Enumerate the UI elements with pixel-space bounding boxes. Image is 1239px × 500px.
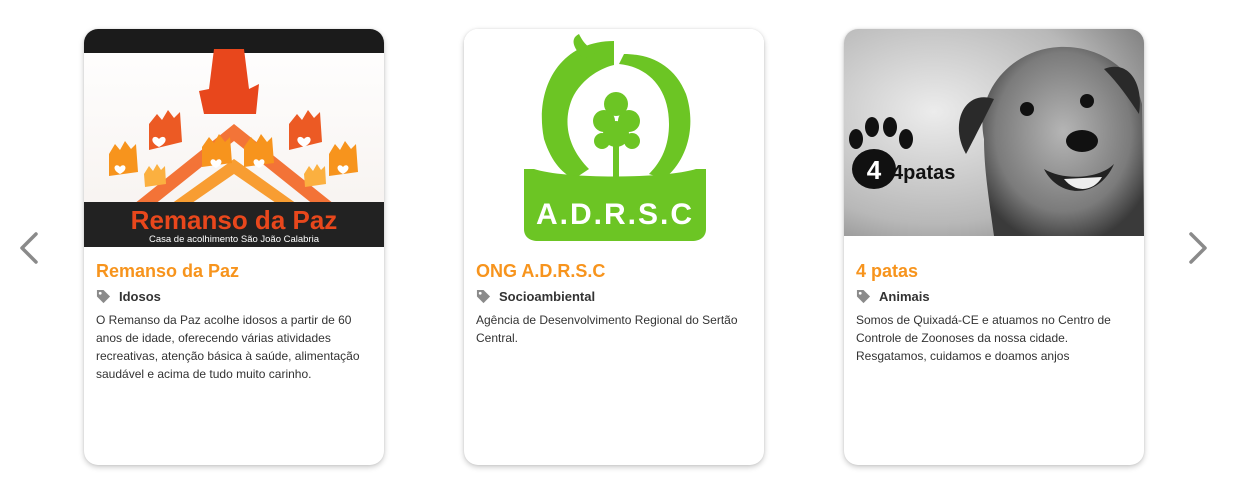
carousel-prev-button[interactable]: [11, 228, 47, 268]
4patas-logo-image: 4 4patas: [844, 29, 1144, 236]
svg-text:4: 4: [867, 155, 882, 185]
ong-card[interactable]: Remanso da Paz Casa de acolhimento São J…: [84, 29, 384, 465]
svg-text:Remanso da Paz: Remanso da Paz: [131, 205, 338, 235]
card-category: Animais: [856, 289, 930, 304]
card-title[interactable]: Remanso da Paz: [96, 261, 239, 282]
card-category: Idosos: [96, 289, 161, 304]
category-label: Socioambiental: [499, 289, 596, 304]
category-label: Idosos: [119, 289, 161, 304]
card-title[interactable]: 4 patas: [856, 261, 918, 282]
card-image[interactable]: Remanso da Paz Casa de acolhimento São J…: [84, 29, 384, 247]
card-title[interactable]: ONG A.D.R.S.C: [476, 261, 605, 282]
carousel-next-button[interactable]: [1180, 228, 1216, 268]
chevron-right-icon: [1189, 232, 1207, 264]
svg-text:Casa de acolhimento São João C: Casa de acolhimento São João Calabria: [149, 234, 320, 245]
adrsc-logo-image: A.D.R.S.C: [464, 29, 764, 247]
tag-icon: [856, 289, 871, 304]
card-image[interactable]: 4 4patas: [844, 29, 1144, 236]
card-description: O Remanso da Paz acolhe idosos a partir …: [96, 313, 360, 381]
ong-card[interactable]: A.D.R.S.C ONG A.D.R.S.C Socioambiental A…: [464, 29, 764, 465]
card-category: Socioambiental: [476, 289, 595, 304]
tag-icon: [96, 289, 111, 304]
ong-card[interactable]: 4 4patas 4 patas Animais Somos de Quixad…: [844, 29, 1144, 465]
svg-text:A.D.R.S.C: A.D.R.S.C: [536, 198, 694, 231]
category-label: Animais: [879, 289, 930, 304]
tag-icon: [476, 289, 491, 304]
card-image[interactable]: A.D.R.S.C: [464, 29, 764, 247]
card-description: Somos de Quixadá-CE e atuamos no Centro …: [856, 313, 1111, 363]
chevron-left-icon: [20, 232, 38, 264]
remanso-logo-image: Remanso da Paz Casa de acolhimento São J…: [84, 29, 384, 247]
svg-text:4patas: 4patas: [892, 162, 955, 184]
card-description: Agência de Desenvolvimento Regional do S…: [476, 313, 738, 345]
